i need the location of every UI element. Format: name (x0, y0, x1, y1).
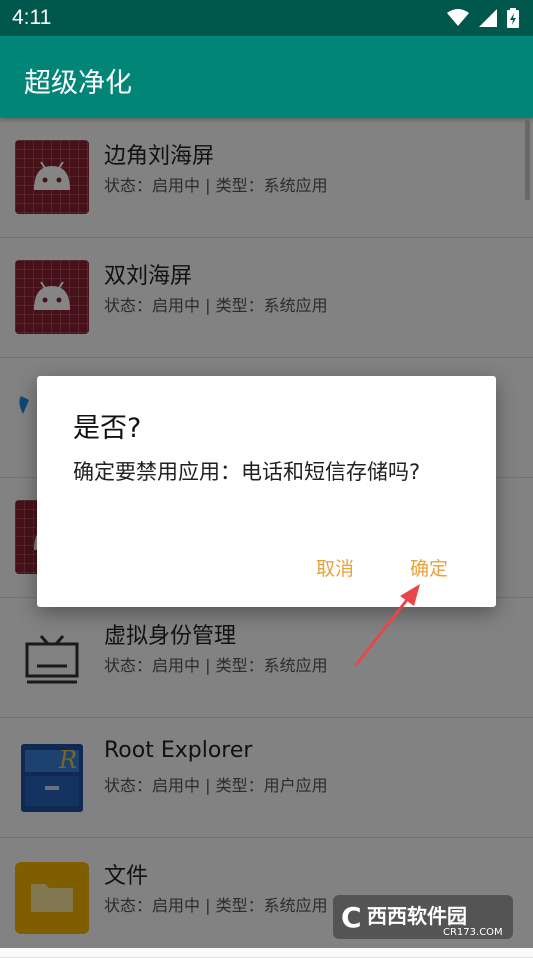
cancel-button[interactable]: 取消 (316, 554, 354, 581)
app-bar: 超级净化 (0, 36, 533, 118)
wifi-icon (447, 9, 469, 26)
status-time: 4:11 (12, 6, 52, 29)
dialog-message: 确定要禁用应用：电话和短信存储吗? (73, 460, 421, 484)
watermark-logo: C 西西软件园 CR173.COM (333, 895, 513, 939)
app-title: 超级净化 (24, 68, 132, 99)
dialog-title: 是否? (73, 413, 142, 444)
watermark-sub: CR173.COM (443, 927, 503, 938)
status-bar: 4:11 (0, 0, 533, 36)
status-icons (447, 8, 519, 28)
svg-text:C: C (341, 901, 362, 934)
signal-icon (479, 9, 497, 27)
confirm-button[interactable]: 确定 (410, 554, 448, 581)
battery-icon (507, 8, 519, 28)
watermark-text: 西西软件园 (367, 904, 467, 928)
confirm-dialog: 是否? 确定要禁用应用：电话和短信存储吗? 取消 确定 (37, 376, 496, 607)
